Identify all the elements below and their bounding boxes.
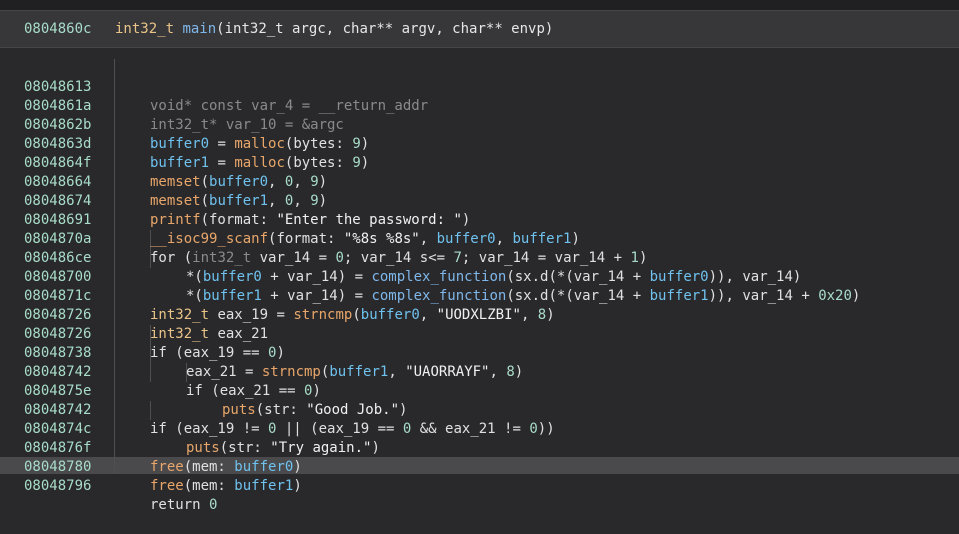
code-line[interactable]: 080486ce *(buffer0 + var_14) = complex_f… <box>0 230 959 285</box>
function-address[interactable]: 0804860c <box>24 21 91 37</box>
function-header[interactable]: 0804860c int32_t main(int32_t argc, char… <box>0 10 959 48</box>
code-line[interactable]: 0804875e puts(str: "Good Job.") <box>0 363 959 418</box>
line-address[interactable]: 08048796 <box>24 477 91 496</box>
code-line[interactable]: 08048613 void* const var_4 = __return_ad… <box>0 59 959 114</box>
code-line[interactable]: 0804862b buffer0 = malloc(bytes: 9) <box>0 97 959 152</box>
code-line[interactable]: 08048664 memset(buffer1, 0, 9) <box>0 154 959 209</box>
code-line[interactable]: 0804864f memset(buffer0, 0, 9) <box>0 135 959 190</box>
function-params: (int32_t argc, char** argv, char** envp) <box>216 21 554 37</box>
code-listing: 08048613 void* const var_4 = __return_ad… <box>0 59 959 513</box>
code-line[interactable]: 0804874c puts(str: "Try again.") <box>0 401 959 456</box>
code-line[interactable]: 08048742 if (eax_21 == 0) <box>0 344 959 399</box>
top-edge <box>0 0 959 10</box>
code-line-current[interactable]: 08048796 return 0 <box>0 458 959 513</box>
code-line[interactable]: 0804863d buffer1 = malloc(bytes: 9) <box>0 116 959 171</box>
code-line[interactable]: 08048700 *(buffer1 + var_14) = complex_f… <box>0 249 959 304</box>
code-line[interactable]: 0804870a for (int32_t var_14 = 0; var_14… <box>0 211 959 266</box>
line-code: return 0 <box>150 497 218 513</box>
code-line[interactable]: 08048726 if (eax_19 == 0) <box>0 306 959 361</box>
code-line[interactable]: 08048674 printf(format: "Enter the passw… <box>0 173 959 228</box>
code-line[interactable]: 08048742 if (eax_19 != 0 || (eax_19 == 0… <box>0 382 959 437</box>
return-type: int32_t <box>115 21 175 37</box>
function-signature[interactable]: int32_t main(int32_t argc, char** argv, … <box>115 21 553 37</box>
function-name[interactable]: main <box>182 21 216 37</box>
code-line[interactable]: 0804871c int32_t eax_19 = strncmp(buffer… <box>0 268 959 323</box>
code-line[interactable]: 0804861a int32_t* var_10 = &argc <box>0 78 959 133</box>
line-code: free(mem: buffer1) <box>150 478 302 494</box>
code-line[interactable]: 0804876f free(mem: buffer0) <box>0 420 959 475</box>
code-line[interactable]: 08048726 int32_t eax_21 <box>0 287 959 342</box>
code-line[interactable]: 08048738 eax_21 = strncmp(buffer1, "UAOR… <box>0 325 959 380</box>
code-line[interactable]: 08048780 free(mem: buffer1) <box>0 439 959 494</box>
code-line[interactable]: 08048691 __isoc99_scanf(format: "%8s %8s… <box>0 192 959 247</box>
